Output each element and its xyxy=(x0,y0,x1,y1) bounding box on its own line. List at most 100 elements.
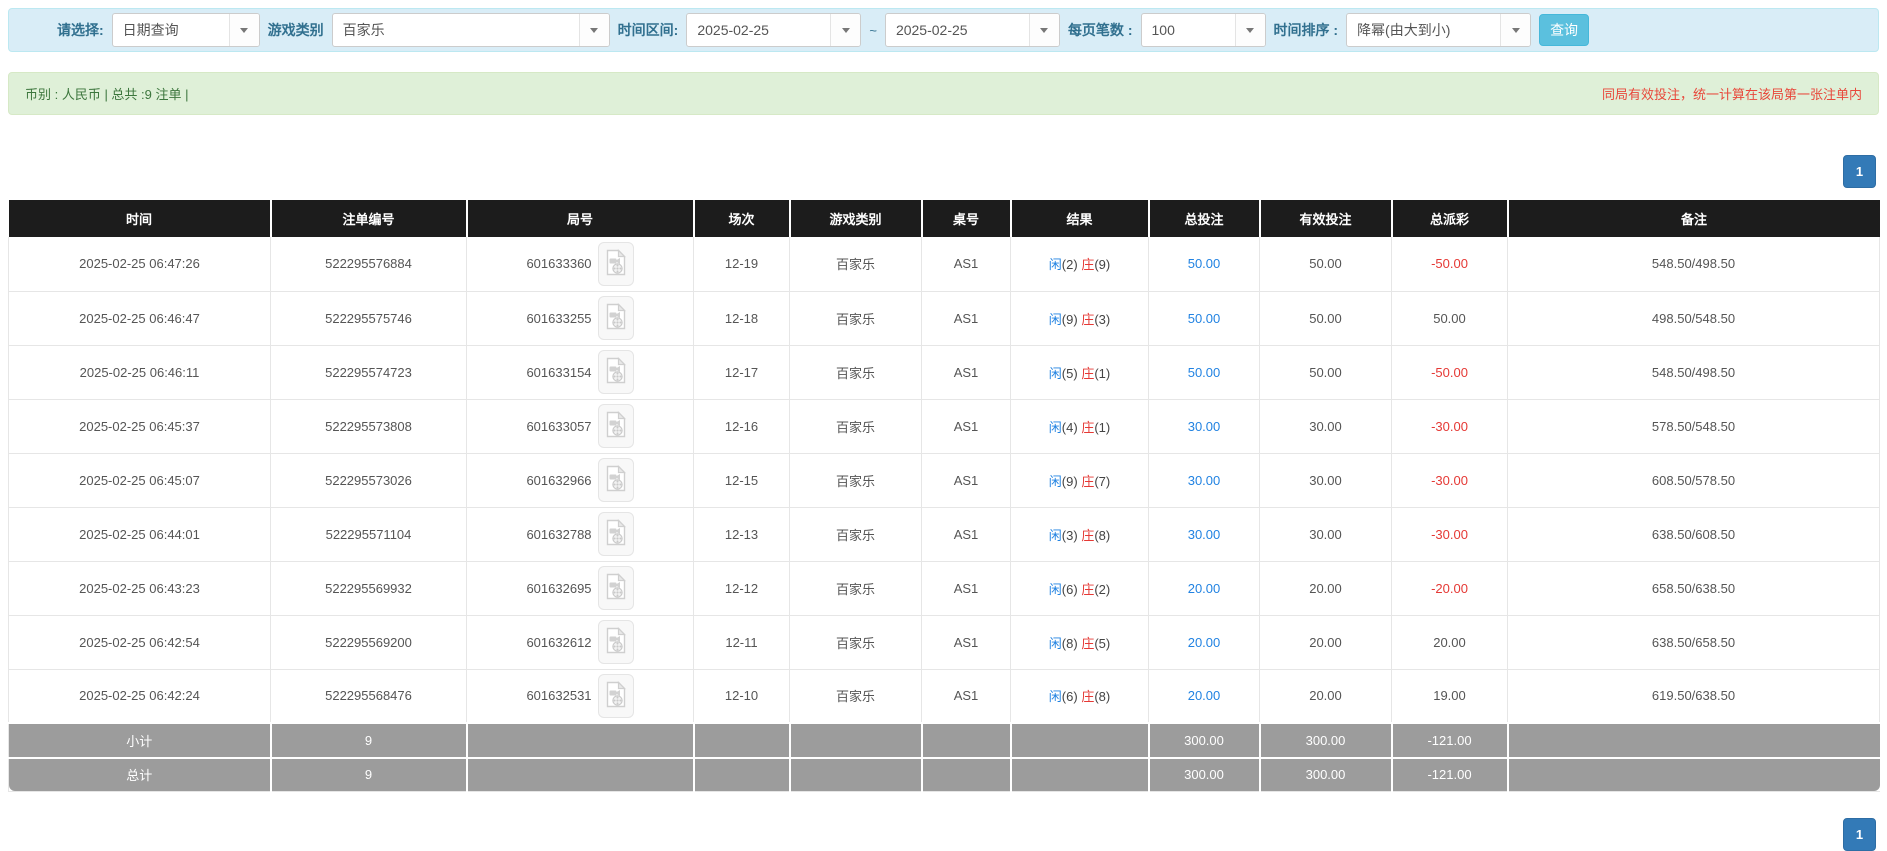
round-cell: 601632695 xyxy=(467,561,694,615)
header-col-5: 桌号 xyxy=(922,200,1011,237)
page-size-select[interactable]: 100 xyxy=(1141,13,1266,47)
table-no-cell: AS1 xyxy=(922,615,1011,669)
result-banker: 庄 xyxy=(1081,582,1094,597)
chevron-down-icon[interactable] xyxy=(830,14,860,46)
table-row: 2025-02-25 06:46:11522295574723601633154… xyxy=(9,345,1880,399)
subtotal-row-empty xyxy=(1011,723,1149,758)
game-category-cell: 百家乐 xyxy=(790,669,922,723)
result-player: 闲 xyxy=(1049,636,1062,651)
total-row-valid-bet: 300.00 xyxy=(1260,758,1392,791)
video-record-button[interactable] xyxy=(598,404,634,448)
subtotal-row-total-bet: 300.00 xyxy=(1149,723,1260,758)
result-cell: 闲(9) 庄(3) xyxy=(1011,291,1149,345)
result-player: 闲 xyxy=(1049,528,1062,543)
page-1-button[interactable]: 1 xyxy=(1843,818,1876,851)
video-record-button[interactable] xyxy=(598,458,634,502)
bet-id-cell: 522295569932 xyxy=(271,561,467,615)
time-cell: 2025-02-25 06:46:47 xyxy=(9,291,271,345)
round-id: 601632966 xyxy=(526,473,591,488)
video-record-icon xyxy=(605,573,627,603)
time-cell: 2025-02-25 06:42:54 xyxy=(9,615,271,669)
total-bet-cell: 30.00 xyxy=(1149,453,1260,507)
table-row: 2025-02-25 06:45:07522295573026601632966… xyxy=(9,453,1880,507)
result-cell: 闲(5) 庄(1) xyxy=(1011,345,1149,399)
sort-label: 时间排序 : xyxy=(1274,20,1339,40)
round-id: 601633255 xyxy=(526,311,591,326)
valid-bet-cell: 20.00 xyxy=(1260,561,1392,615)
result-banker: 庄 xyxy=(1081,528,1094,543)
total-row-empty xyxy=(694,758,790,791)
video-record-icon xyxy=(605,627,627,657)
video-record-button[interactable] xyxy=(598,296,634,340)
result-banker: 庄 xyxy=(1081,420,1094,435)
total-row-empty xyxy=(467,758,694,791)
header-col-4: 游戏类别 xyxy=(790,200,922,237)
round-id: 601633057 xyxy=(526,419,591,434)
chevron-down-icon[interactable] xyxy=(1235,14,1265,46)
table-no-cell: AS1 xyxy=(922,669,1011,723)
sort-value: 降幂(由大到小) xyxy=(1347,20,1500,40)
video-record-button[interactable] xyxy=(598,620,634,664)
video-record-button[interactable] xyxy=(598,674,634,718)
header-col-7: 总投注 xyxy=(1149,200,1260,237)
select-label: 请选择: xyxy=(57,20,104,40)
total-bet-cell: 30.00 xyxy=(1149,507,1260,561)
video-record-button[interactable] xyxy=(598,566,634,610)
pagination-top: 1 xyxy=(1843,155,1876,188)
chevron-down-icon[interactable] xyxy=(229,14,259,46)
round-cell: 601633255 xyxy=(467,291,694,345)
bet-records-table: 时间注单编号局号场次游戏类别桌号结果总投注有效投注总派彩备注 2025-02-2… xyxy=(8,200,1879,792)
game-category-value: 百家乐 xyxy=(333,20,579,40)
game-category-cell: 百家乐 xyxy=(790,507,922,561)
chevron-down-icon[interactable] xyxy=(1500,14,1530,46)
subtotal-row-label: 小计 xyxy=(9,723,271,758)
round-id: 601632788 xyxy=(526,527,591,542)
time-cell: 2025-02-25 06:43:23 xyxy=(9,561,271,615)
valid-bet-notice: 同局有效投注，统一计算在该局第一张注单内 xyxy=(1602,84,1862,103)
table-no-cell: AS1 xyxy=(922,453,1011,507)
date-from-value: 2025-02-25 xyxy=(687,22,830,38)
page-1-button[interactable]: 1 xyxy=(1843,155,1876,188)
search-button[interactable]: 查询 xyxy=(1539,14,1589,46)
page-size-label: 每页笔数 : xyxy=(1068,20,1133,40)
round-cell: 601632612 xyxy=(467,615,694,669)
total-row: 总计9300.00300.00-121.00 xyxy=(9,758,1880,791)
header-col-8: 有效投注 xyxy=(1260,200,1392,237)
table-no-cell: AS1 xyxy=(922,561,1011,615)
payout-cell: -30.00 xyxy=(1392,453,1508,507)
filter-bar: 请选择: 日期查询 游戏类别 百家乐 时间区间: 2025-02-25 ~ 20… xyxy=(8,8,1879,52)
valid-bet-cell: 30.00 xyxy=(1260,453,1392,507)
subtotal-row-empty xyxy=(922,723,1011,758)
chevron-down-icon[interactable] xyxy=(1029,14,1059,46)
bet-id-cell: 522295576884 xyxy=(271,237,467,291)
remark-cell: 658.50/638.50 xyxy=(1508,561,1880,615)
result-banker: 庄 xyxy=(1081,312,1094,327)
remark-cell: 638.50/608.50 xyxy=(1508,507,1880,561)
video-record-button[interactable] xyxy=(598,350,634,394)
payout-cell: -30.00 xyxy=(1392,507,1508,561)
query-type-value: 日期查询 xyxy=(113,20,229,40)
table-no-cell: AS1 xyxy=(922,507,1011,561)
header-col-10: 备注 xyxy=(1508,200,1880,237)
total-bet-cell: 20.00 xyxy=(1149,615,1260,669)
chevron-down-icon[interactable] xyxy=(579,14,609,46)
game-category-select[interactable]: 百家乐 xyxy=(332,13,610,47)
video-record-icon xyxy=(605,411,627,441)
video-record-button[interactable] xyxy=(598,242,634,286)
round-cell: 601632531 xyxy=(467,669,694,723)
valid-bet-cell: 50.00 xyxy=(1260,345,1392,399)
payout-cell: 20.00 xyxy=(1392,615,1508,669)
result-player: 闲 xyxy=(1049,582,1062,597)
date-to-select[interactable]: 2025-02-25 xyxy=(885,13,1060,47)
date-from-select[interactable]: 2025-02-25 xyxy=(686,13,861,47)
result-cell: 闲(3) 庄(8) xyxy=(1011,507,1149,561)
table-row: 2025-02-25 06:46:47522295575746601633255… xyxy=(9,291,1880,345)
video-record-button[interactable] xyxy=(598,512,634,556)
sort-select[interactable]: 降幂(由大到小) xyxy=(1346,13,1531,47)
query-type-select[interactable]: 日期查询 xyxy=(112,13,260,47)
remark-cell: 578.50/548.50 xyxy=(1508,399,1880,453)
bet-id-cell: 522295573808 xyxy=(271,399,467,453)
summary-bar: 币别 : 人民币 | 总共 :9 注单 | 同局有效投注，统一计算在该局第一张注… xyxy=(8,72,1879,115)
round-cell: 601633057 xyxy=(467,399,694,453)
bet-id-cell: 522295568476 xyxy=(271,669,467,723)
